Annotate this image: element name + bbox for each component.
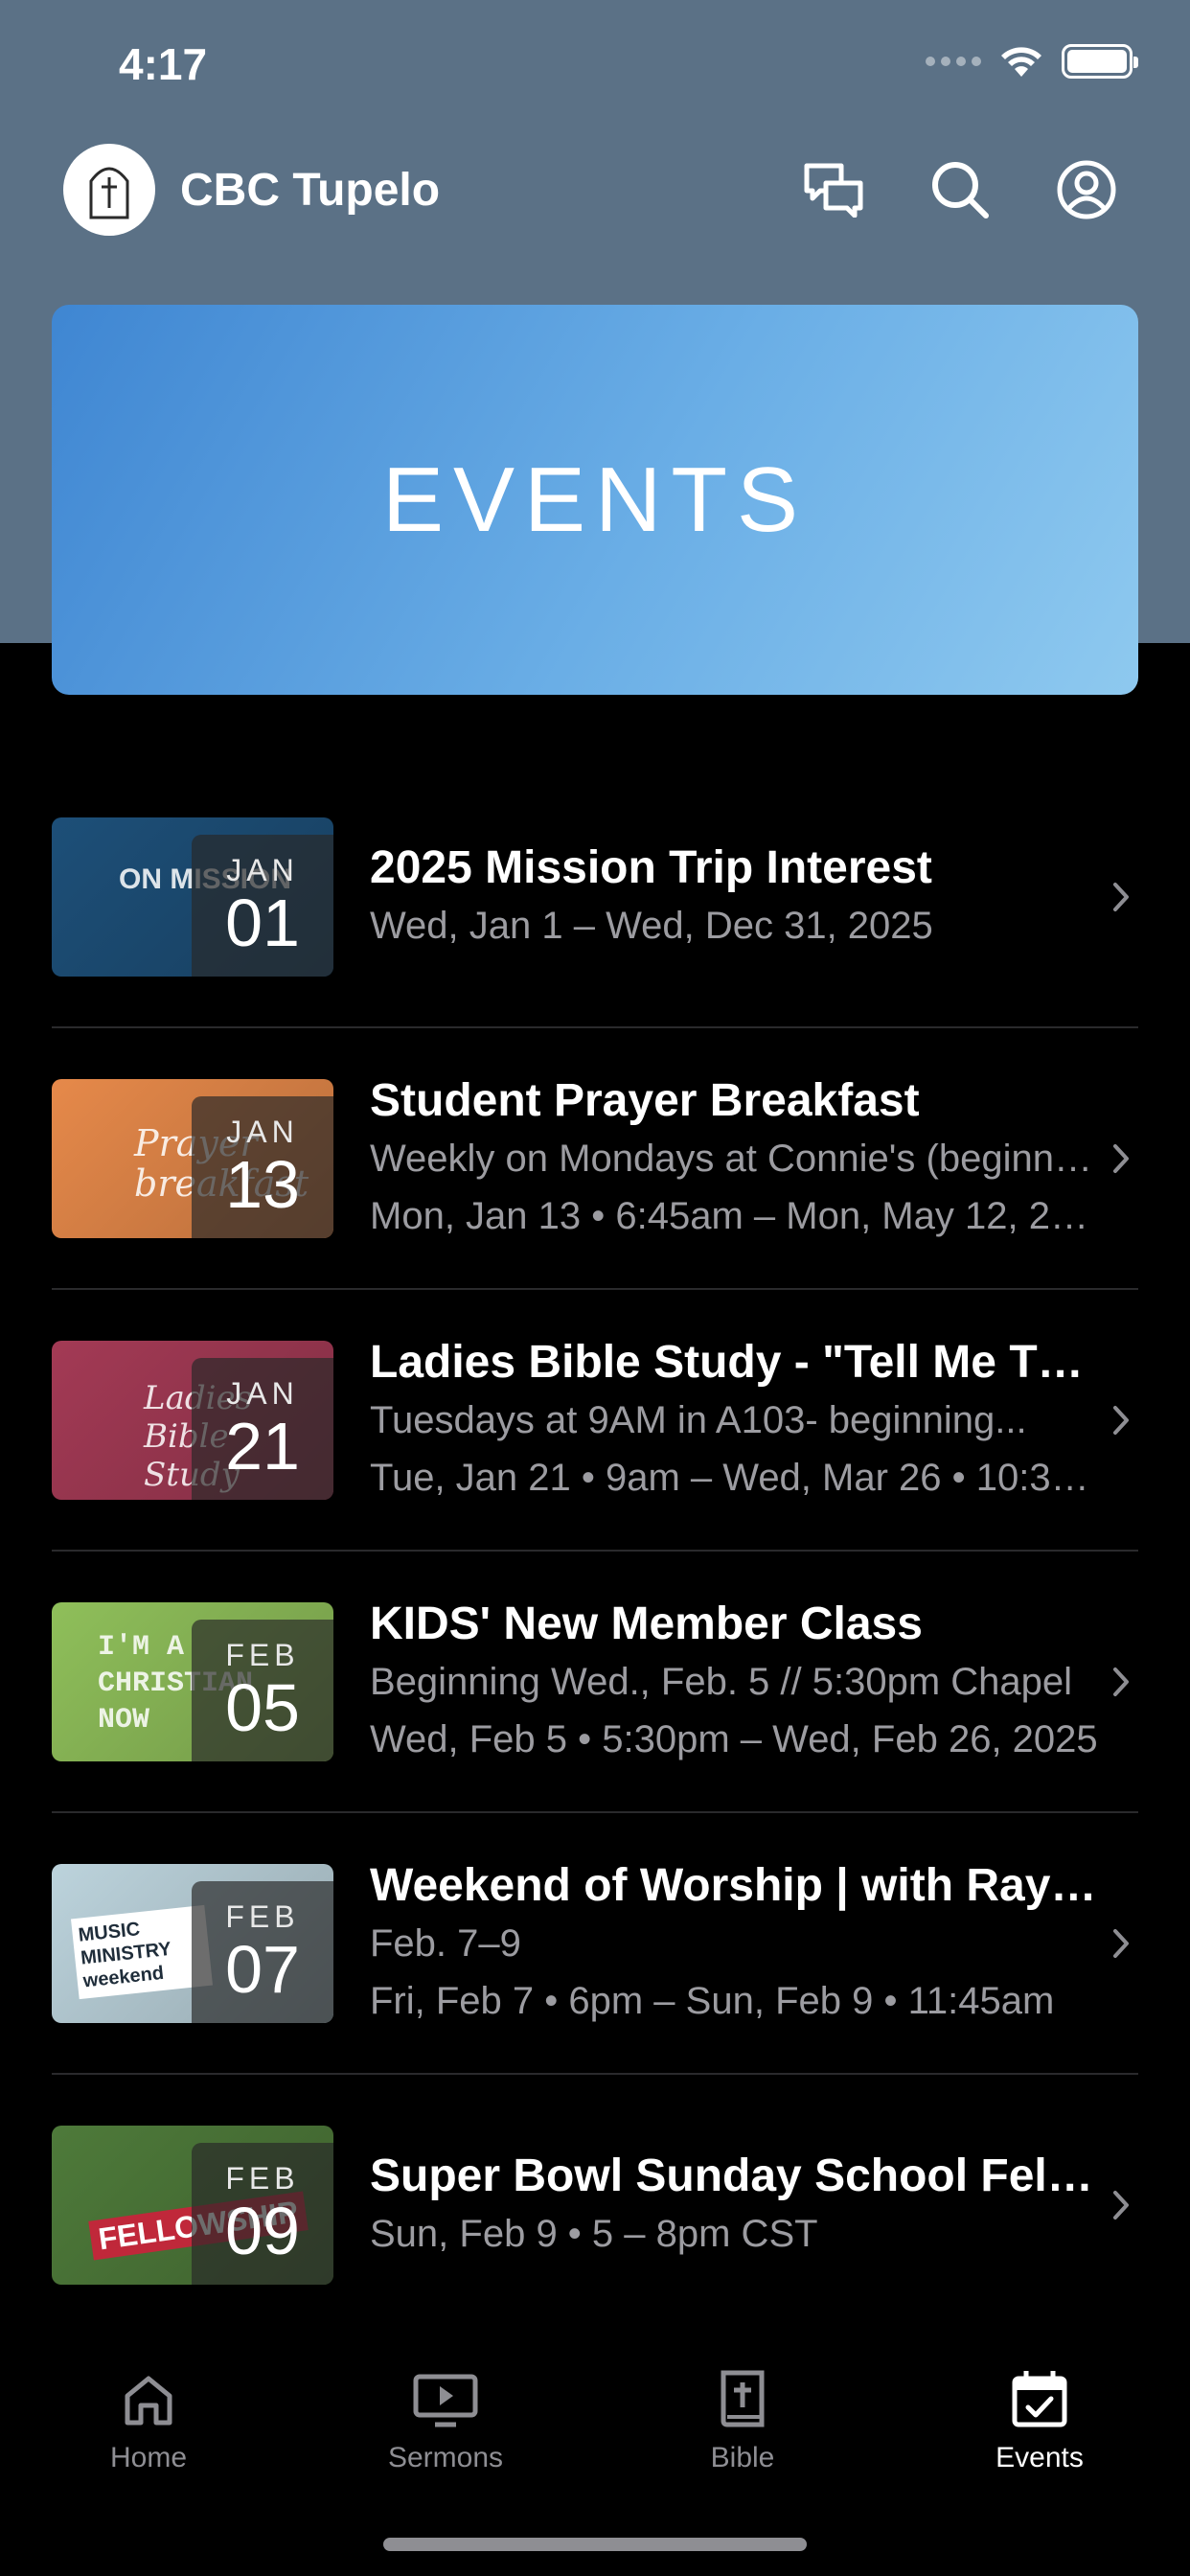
event-thumbnail: Ladies Bible Study JAN 21 [52, 1340, 333, 1500]
chevron-right-icon [1113, 1667, 1129, 1696]
chevron-right-icon [1113, 1405, 1129, 1435]
event-description: Beginning Wed., Feb. 5 // 5:30pm Chapel [370, 1660, 1073, 1703]
event-row[interactable]: Prayer breakfast JAN 13 Student Prayer B… [52, 1028, 1138, 1290]
event-description: Tuesdays at 9AM in A103- beginning... [370, 1398, 1027, 1441]
calendar-check-icon [1012, 2371, 1067, 2427]
event-date-range: Fri, Feb 7 • 6pm – Sun, Feb 9 • 11:45am [370, 1979, 1055, 2022]
status-indicators [926, 44, 1138, 79]
tab-label: Sermons [387, 2442, 504, 2473]
event-row[interactable]: ON MISSION JAN 01 2025 Mission Trip Inte… [52, 767, 1138, 1028]
event-subtitle: Wed, Jan 1 – Wed, Dec 31, 2025 [370, 904, 933, 947]
event-thumbnail: I'M A CHRISTIAN NOW FEB 05 [52, 1601, 333, 1761]
home-indicator [383, 2538, 807, 2551]
date-badge: FEB 09 [192, 2142, 333, 2285]
cellular-signal-icon [926, 57, 981, 66]
event-text: 2025 Mission Trip Interest Wed, Jan 1 – … [370, 840, 1098, 954]
date-month: JAN [226, 1376, 299, 1411]
event-thumbnail: ON MISSION JAN 01 [52, 816, 333, 977]
event-text: Weekend of Worship | with Ray Jones Feb.… [370, 1857, 1098, 2030]
chevron-right-icon [1113, 1928, 1129, 1958]
date-month: JAN [226, 1115, 299, 1149]
event-title: KIDS' New Member Class [370, 1598, 923, 1649]
event-text: Student Prayer Breakfast Weekly on Monda… [370, 1072, 1098, 1245]
church-door-icon [89, 167, 129, 219]
events-banner: EVENTS [52, 305, 1138, 695]
event-date-range: Mon, Jan 13 • 6:45am – Mon, May 12, 2025 [370, 1194, 1098, 1237]
date-badge: FEB 05 [192, 1619, 333, 1761]
chat-bubbles-icon [804, 163, 863, 218]
tab-sermons[interactable]: Sermons [297, 2319, 594, 2482]
bible-icon [721, 2370, 765, 2427]
event-thumbnail: Prayer breakfast JAN 13 [52, 1078, 333, 1238]
date-badge: FEB 07 [192, 1880, 333, 2023]
event-row[interactable]: Ladies Bible Study JAN 21 Ladies Bible S… [52, 1290, 1138, 1552]
date-day: 05 [225, 1670, 300, 1745]
event-thumbnail: MUSIC MINISTRY weekend FEB 07 [52, 1863, 333, 2023]
event-row[interactable]: I'M A CHRISTIAN NOW FEB 05 KIDS' New Mem… [52, 1552, 1138, 1813]
messages-button[interactable] [793, 150, 874, 230]
tab-home[interactable]: Home [0, 2319, 297, 2482]
date-month: FEB [225, 1638, 300, 1672]
tab-events[interactable]: Events [891, 2319, 1188, 2482]
date-day: 01 [225, 886, 300, 960]
tab-bible[interactable]: Bible [594, 2319, 891, 2482]
event-title: 2025 Mission Trip Interest [370, 841, 932, 893]
date-badge: JAN 01 [192, 834, 333, 977]
event-text: Super Bowl Sunday School Fellowship Sun,… [370, 2148, 1098, 2263]
event-text: Ladies Bible Study - "Tell Me The Story"… [370, 1334, 1098, 1506]
home-icon [125, 2376, 172, 2426]
event-row[interactable]: MUSIC MINISTRY weekend FEB 07 Weekend of… [52, 1813, 1138, 2075]
event-date-range: Tue, Jan 21 • 9am – Wed, Mar 26 • 10:30a… [370, 1456, 1098, 1499]
wifi-icon [1001, 47, 1041, 77]
tab-label: Events [995, 2442, 1084, 2473]
app-header: CBC Tupelo [63, 142, 1127, 238]
status-time: 4:17 [119, 39, 208, 89]
banner-title: EVENTS [381, 448, 809, 551]
play-screen-icon [413, 2374, 478, 2427]
tab-label: Home [109, 2442, 188, 2473]
date-month: FEB [225, 1899, 300, 1934]
event-list: ON MISSION JAN 01 2025 Mission Trip Inte… [52, 767, 1138, 2336]
event-title: Ladies Bible Study - "Tell Me The Story" [370, 1336, 1098, 1388]
event-title: Weekend of Worship | with Ray Jones [370, 1859, 1098, 1911]
event-thumbnail: FELLOWSHIP FEB 09 [52, 2125, 333, 2285]
date-month: FEB [225, 2161, 300, 2196]
chevron-right-icon [1113, 2190, 1129, 2220]
event-description: Weekly on Mondays at Connie's (beginning… [370, 1137, 1098, 1180]
user-circle-icon [1057, 160, 1116, 219]
event-date-range: Wed, Feb 5 • 5:30pm – Wed, Feb 26, 2025 [370, 1717, 1098, 1760]
date-badge: JAN 13 [192, 1095, 333, 1238]
profile-button[interactable] [1046, 150, 1127, 230]
app-title: CBC Tupelo [180, 164, 441, 216]
event-text: KIDS' New Member Class Beginning Wed., F… [370, 1596, 1098, 1768]
chevron-right-icon [1113, 882, 1129, 911]
date-badge: JAN 21 [192, 1357, 333, 1500]
church-logo[interactable] [63, 144, 155, 236]
date-day: 13 [225, 1147, 300, 1222]
event-title: Super Bowl Sunday School Fellowship [370, 2150, 1098, 2201]
event-row[interactable]: FELLOWSHIP FEB 09 Super Bowl Sunday Scho… [52, 2075, 1138, 2336]
date-day: 09 [225, 2194, 300, 2268]
header-actions [793, 150, 1127, 230]
date-month: JAN [226, 853, 299, 887]
event-title: Student Prayer Breakfast [370, 1074, 920, 1126]
event-description: Feb. 7–9 [370, 1921, 521, 1965]
tab-label: Bible [710, 2442, 775, 2473]
search-button[interactable] [920, 150, 1000, 230]
date-day: 07 [225, 1932, 300, 2007]
search-icon [932, 162, 989, 218]
event-date-range: Sun, Feb 9 • 5 – 8pm CST [370, 2212, 818, 2255]
battery-icon [1062, 44, 1138, 79]
date-day: 21 [225, 1409, 300, 1484]
chevron-right-icon [1113, 1143, 1129, 1173]
